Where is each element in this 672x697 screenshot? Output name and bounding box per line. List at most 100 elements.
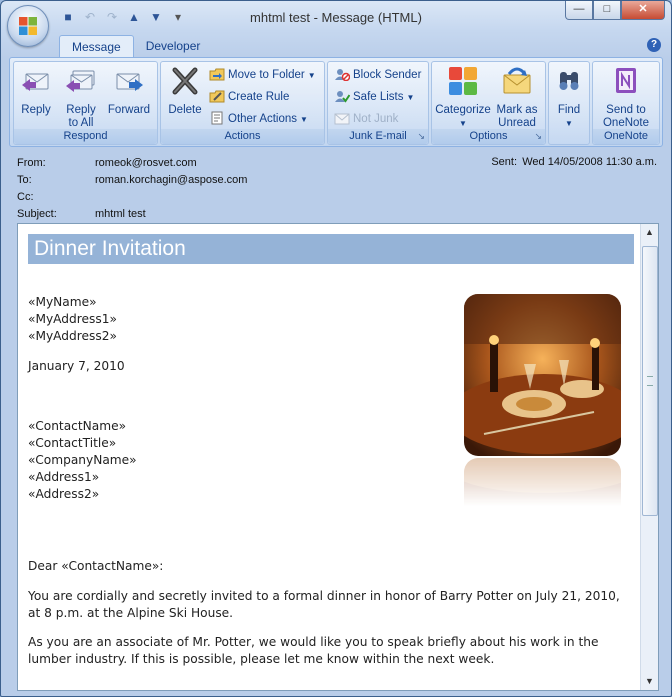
maximize-button[interactable]: □	[593, 1, 621, 20]
help-icon[interactable]: ?	[647, 38, 661, 52]
paragraph-invitation: You are cordially and secretly invited t…	[28, 589, 620, 620]
dropdown-arrow-icon: ▼	[565, 119, 573, 128]
scroll-grip-icon	[647, 376, 653, 386]
categorize-icon	[449, 67, 477, 95]
mark-as-unread-button[interactable]: Mark as Unread	[494, 66, 540, 130]
safe-lists-button[interactable]: Safe Lists ▼	[334, 88, 414, 106]
letter-date: January 7, 2010	[28, 359, 125, 373]
sent-label: Sent:	[491, 156, 517, 168]
tab-message[interactable]: Message	[59, 35, 134, 58]
group-options: Categorize ▼ Mark as Unread Options ↘	[431, 61, 546, 145]
sender-line: «MyName»	[28, 295, 97, 309]
move-to-folder-button[interactable]: Move to Folder ▼	[209, 66, 316, 84]
create-rule-icon	[209, 90, 225, 103]
recipient-line: «Address2»	[28, 487, 100, 501]
forward-icon	[116, 73, 143, 91]
forward-button[interactable]: Forward	[106, 66, 152, 117]
ribbon-tabs: Message Developer	[59, 35, 212, 58]
photo-reflection	[464, 458, 621, 506]
group-actions: Delete Move to Folder ▼ Create Rule Other	[160, 61, 325, 145]
cc-row: Cc:	[17, 191, 417, 205]
group-respond: Reply Reply to All Forward Respond	[13, 61, 158, 145]
forward-label: Forward	[107, 104, 151, 116]
onenote-icon	[616, 68, 636, 93]
binoculars-icon	[559, 72, 579, 90]
create-rule-label: Create Rule	[228, 91, 290, 103]
find-label: Find	[557, 104, 581, 116]
scroll-up-icon[interactable]: ▲	[641, 224, 658, 241]
window-controls: — □ ✕	[565, 1, 665, 20]
dinner-table-photo	[464, 294, 621, 456]
paragraph-request: As you are an associate of Mr. Potter, w…	[28, 635, 599, 666]
tab-developer[interactable]: Developer	[134, 35, 213, 57]
from-value[interactable]: romeok@rosvet.com	[95, 157, 197, 169]
subject-row: Subject: mhtml test	[17, 208, 417, 222]
cc-label: Cc:	[17, 191, 34, 203]
sender-line: «MyAddress2»	[28, 329, 117, 343]
message-window: ■ ↶ ↷ ▲ ▼ ▾ mhtml test - Message (HTML) …	[0, 0, 672, 697]
recipient-line: «ContactTitle»	[28, 436, 117, 450]
find-button[interactable]: Find ▼	[551, 66, 587, 130]
dropdown-arrow-icon: ▼	[307, 71, 316, 80]
options-dialog-launcher-icon[interactable]: ↘	[534, 131, 542, 142]
safe-lists-icon	[335, 91, 350, 103]
minimize-button[interactable]: —	[565, 1, 593, 20]
ribbon: Reply Reply to All Forward Respond Delet…	[9, 57, 663, 147]
recipient-line: «Address1»	[28, 470, 100, 484]
move-to-folder-label: Move to Folder	[228, 69, 305, 81]
not-junk-label: Not Junk	[353, 113, 399, 125]
scroll-thumb[interactable]	[642, 246, 658, 516]
reply-label: Reply	[21, 104, 51, 116]
not-junk-icon	[334, 113, 350, 125]
sent-value: Wed 14/05/2008 11:30 a.m.	[522, 156, 657, 168]
close-button[interactable]: ✕	[621, 1, 665, 20]
block-sender-button[interactable]: Block Sender	[334, 66, 421, 84]
delete-icon	[172, 67, 198, 95]
block-sender-label: Block Sender	[353, 69, 422, 81]
group-onenote: Send to OneNote OneNote	[592, 61, 660, 145]
subject-value: mhtml test	[95, 208, 146, 220]
mark-as-unread-icon	[503, 67, 531, 94]
group-onenote-label: OneNote	[593, 129, 659, 144]
to-value[interactable]: roman.korchagin@aspose.com	[95, 174, 247, 186]
group-junk-email: Block Sender Safe Lists ▼ Not Junk Junk E…	[327, 61, 429, 145]
delete-button[interactable]: Delete	[165, 66, 205, 117]
other-actions-button[interactable]: Other Actions ▼	[209, 110, 308, 128]
body-scrollbar[interactable]: ▲ ▼	[640, 224, 658, 690]
categorize-label: Categorize	[435, 104, 491, 116]
other-actions-icon	[211, 111, 223, 125]
reply-button[interactable]: Reply	[18, 66, 54, 117]
recipient-line: «ContactName»	[28, 419, 127, 433]
group-actions-label: Actions	[161, 129, 324, 144]
dropdown-arrow-icon: ▼	[406, 93, 415, 102]
categorize-button[interactable]: Categorize ▼	[434, 66, 492, 130]
reply-all-icon	[66, 70, 95, 92]
send-to-onenote-button[interactable]: Send to OneNote	[597, 66, 655, 130]
invitation-banner: Dinner Invitation	[28, 234, 634, 264]
send-to-onenote-label-1: Send to	[606, 104, 646, 116]
dropdown-arrow-icon: ▼	[300, 115, 308, 124]
junk-dialog-launcher-icon[interactable]: ↘	[417, 131, 425, 142]
sender-line: «MyAddress1»	[28, 312, 117, 326]
from-row: From: romeok@rosvet.com	[17, 157, 417, 171]
office-button[interactable]	[7, 5, 49, 47]
message-body[interactable]: Dinner Invitation «MyName» «MyAddress1» …	[17, 223, 659, 691]
reply-all-label-1: Reply	[66, 104, 96, 116]
move-to-folder-icon	[209, 68, 225, 81]
reply-all-button[interactable]: Reply to All	[62, 66, 100, 130]
other-actions-label: Other Actions	[228, 113, 298, 125]
safe-lists-label: Safe Lists	[353, 91, 404, 103]
sent-row: Sent: Wed 14/05/2008 11:30 a.m.	[491, 156, 657, 168]
group-respond-label: Respond	[14, 129, 157, 144]
scroll-down-icon[interactable]: ▼	[641, 673, 658, 690]
message-header: From: romeok@rosvet.com To: roman.korcha…	[9, 151, 661, 221]
to-label: To:	[17, 174, 32, 186]
title-bar: ■ ↶ ↷ ▲ ▼ ▾ mhtml test - Message (HTML) …	[1, 1, 671, 33]
delete-label: Delete	[168, 104, 202, 116]
create-rule-button[interactable]: Create Rule	[209, 88, 289, 106]
subject-label: Subject:	[17, 208, 57, 220]
block-sender-icon	[335, 69, 350, 81]
office-logo-icon	[19, 17, 37, 35]
salutation: Dear «ContactName»:	[28, 559, 164, 573]
mark-as-label-1: Mark as	[496, 104, 538, 116]
